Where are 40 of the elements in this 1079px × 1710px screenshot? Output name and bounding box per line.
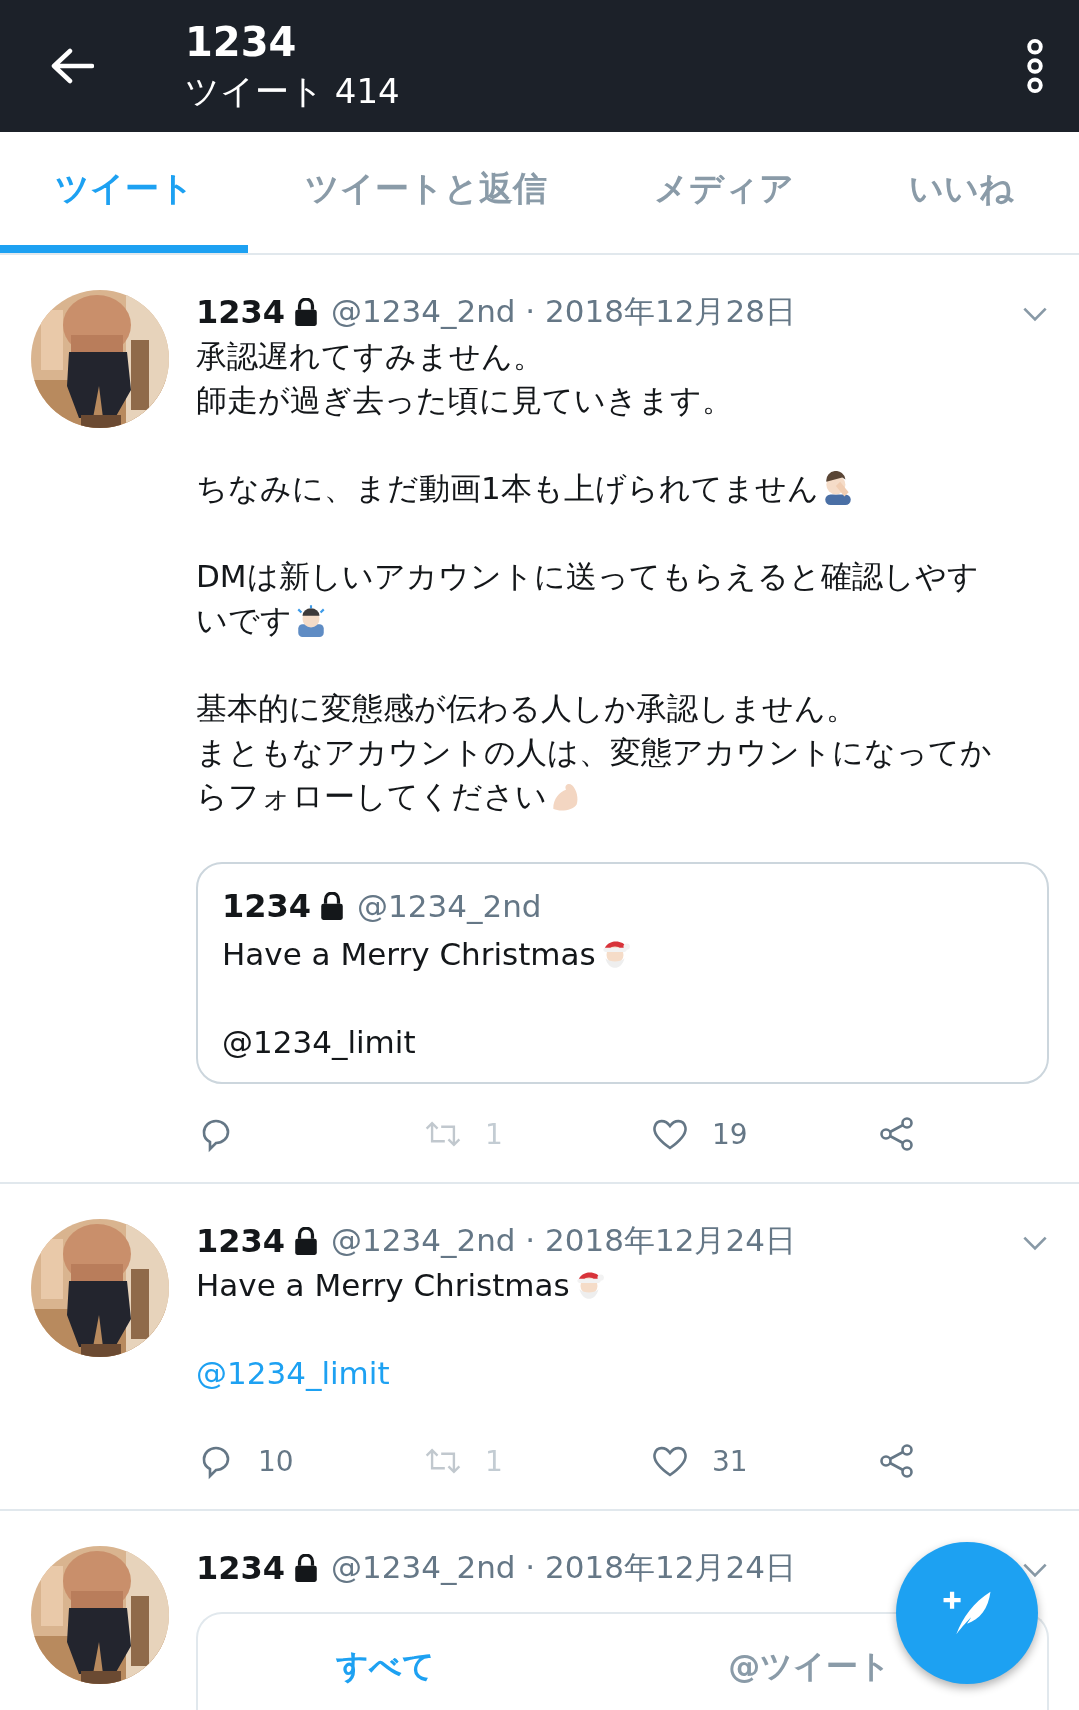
action-count: 1	[485, 1444, 503, 1478]
profile-tab[interactable]: ツイート	[0, 132, 248, 253]
quoted-tweet-card[interactable]: 1234 @1234_2nd Have a Merry Christmas @1234_limit	[196, 862, 1049, 1084]
tweet-text: まともなアカウントの人は、変態アカウントになってか	[196, 734, 992, 770]
user-handle: @1234_2nd · 2018年12月24日	[331, 1548, 796, 1587]
tweet-text: いです	[196, 602, 292, 638]
tweet-text: 基本的に変態感が伝わる人しか承認しません。	[196, 690, 857, 726]
profile-tab[interactable]: ツイートと返信	[248, 132, 604, 253]
action-count: 10	[258, 1444, 294, 1478]
tweet-text: 師走が過ぎ去った頃に見ていきます。	[196, 382, 733, 418]
user-name[interactable]: 1234	[196, 1222, 286, 1260]
user-handle: @1234_2nd · 2018年12月28日	[331, 292, 796, 331]
chevron-down-icon[interactable]	[1021, 1235, 1049, 1251]
chevron-down-icon[interactable]	[1021, 306, 1049, 322]
compose-tweet-button[interactable]	[896, 1542, 1038, 1684]
profile-tab[interactable]: メディア	[604, 132, 844, 253]
profile-title: 1234	[185, 18, 298, 67]
user-name[interactable]: 1234	[196, 293, 286, 331]
user-handle: @1234_2nd	[357, 888, 542, 924]
card-tab[interactable]: @ツイート	[622, 1614, 1047, 1710]
user-name[interactable]: 1234	[222, 887, 312, 925]
profile-tab[interactable]: いいね	[844, 132, 1079, 253]
user-name[interactable]: 1234	[196, 1549, 286, 1587]
tweet-count: ツイート 414	[185, 70, 401, 113]
tweet-text: Have a Merry Christmas	[196, 1267, 570, 1303]
card-tab[interactable]: すべて	[198, 1614, 623, 1710]
tweet-text: ちなみに、まだ動画1本も上げられてません	[196, 470, 819, 506]
mention-link[interactable]: @1234_limit	[196, 1355, 390, 1391]
tweet-text: 承認遅れてすみません。	[196, 338, 544, 374]
action-count: 1	[485, 1117, 503, 1151]
back-arrow-icon[interactable]	[50, 48, 94, 84]
user-handle: @1234_2nd · 2018年12月24日	[331, 1221, 796, 1260]
chevron-down-icon[interactable]	[1021, 1562, 1049, 1578]
tweet-text: DMは新しいアカウントに送ってもらえると確認しやす	[196, 558, 979, 594]
tweet-text: らフォローしてください	[196, 778, 547, 814]
tweet-text: @1234_limit	[222, 1024, 416, 1060]
tweet-text: Have a Merry Christmas	[222, 936, 596, 972]
more-options-icon[interactable]	[1025, 37, 1045, 95]
action-count: 19	[712, 1117, 748, 1151]
action-count: 31	[712, 1444, 748, 1478]
